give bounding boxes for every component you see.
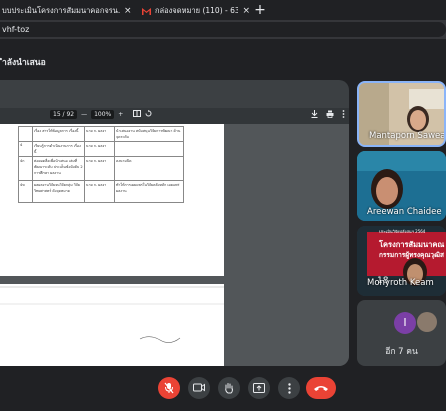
table-row: เรื่อง สารให้ข้อมูลการ เรื่องนี้ นาย ก. … — [18, 126, 184, 142]
fit-page-icon[interactable] — [133, 110, 142, 119]
tab-title: กล่องจดหมาย (110) - 63410120@... — [155, 6, 239, 15]
hand-icon — [225, 383, 233, 394]
more-vert-icon[interactable] — [342, 110, 345, 120]
download-icon[interactable] — [311, 110, 318, 120]
rotate-icon[interactable] — [145, 110, 152, 119]
mic-off-button[interactable] — [158, 377, 180, 399]
pdf-viewer[interactable]: เรื่อง สารให้ข้อมูลการ เรื่องนี้ นาย ก. … — [0, 124, 349, 366]
participant-name: Mantaporn Sawear — [369, 131, 446, 141]
more-participants-count: อีก 7 คน — [385, 347, 418, 357]
slide-overlay-text: กรรมการผู้ทรงคุณวุฒิส — [379, 251, 444, 259]
zoom-out-button[interactable]: — — [81, 111, 87, 118]
screen: บบประเมินโครงการสัมมนาคอกจรน... × กล่องจ… — [0, 0, 446, 411]
mic-off-icon — [164, 382, 174, 394]
slide-overlay-text: ประเมินวิจัยปลั่งสนฯ 2564 — [379, 229, 426, 234]
meet-header: ำลังนำเสนอ — [0, 39, 446, 77]
table-row: 4ข ผลผลงานวิจัยจนวิจัยกลุ่ม วิจัยวิทยศาส… — [18, 180, 184, 203]
participant-tile[interactable]: Areewan Chaidee — [357, 151, 446, 221]
avatar — [417, 312, 437, 332]
pdf-toolbar: 15 / 92 — 100% + — [0, 108, 349, 124]
present-screen-button[interactable] — [248, 377, 270, 399]
raise-hand-button[interactable] — [218, 377, 240, 399]
more-participants-tile[interactable]: I อีก 7 คน — [357, 300, 446, 366]
browser-tab-gmail[interactable]: กล่องจดหมาย (110) - 63410120@... × — [138, 2, 250, 20]
address-bar-row: vhf-toz — [0, 20, 446, 39]
browser-tab-form[interactable]: บบประเมินโครงการสัมมนาคอกจรน... × — [0, 2, 134, 20]
print-icon[interactable] — [326, 110, 334, 120]
shared-screen: 15 / 92 — 100% + เรื่อง สารให้ข้อมูลการ … — [0, 80, 349, 366]
zoom-level[interactable]: 100% — [91, 110, 115, 119]
leave-call-button[interactable] — [306, 377, 336, 399]
browser-tabstrip: บบประเมินโครงการสัมมนาคอกจรน... × กล่องจ… — [0, 0, 446, 20]
gmail-icon — [142, 7, 151, 15]
call-controls — [0, 370, 446, 411]
close-icon[interactable]: × — [242, 6, 250, 16]
table-row: 4ก ต่อยอดสื่อเพื่อนำเสนอ เล่มที่พัฒนาระด… — [18, 156, 184, 181]
more-options-button[interactable] — [278, 377, 300, 399]
tab-title: บบประเมินโครงการสัมมนาคอกจรน... — [2, 6, 120, 15]
presenting-label: ำลังนำเสนอ — [2, 58, 46, 68]
table-row: 4 เรียนรู้การดำเนินงานการ เรื่องนี้ นาย … — [18, 141, 184, 157]
document-table: เรื่อง สารให้ข้อมูลการ เรื่องนี้ นาย ก. … — [18, 126, 184, 203]
camera-button[interactable] — [188, 377, 210, 399]
more-vert-icon — [287, 383, 291, 394]
camera-icon — [193, 383, 205, 392]
avatar: I — [394, 312, 416, 334]
zoom-in-button[interactable]: + — [118, 111, 123, 118]
participant-tile[interactable]: Mantaporn Sawear — [357, 81, 446, 147]
pdf-page: เรื่อง สารให้ข้อมูลการ เรื่องนี้ นาย ก. … — [0, 124, 224, 276]
close-icon[interactable]: × — [124, 6, 132, 16]
participant-tile[interactable]: ประเมินวิจัยปลั่งสนฯ 2564 โครงการสัมมนาค… — [357, 226, 446, 296]
participant-name: Monyroth Keam — [367, 278, 434, 288]
pdf-page — [0, 284, 224, 366]
url-field[interactable]: vhf-toz — [0, 22, 446, 37]
end-call-icon — [314, 386, 328, 391]
present-icon — [253, 383, 265, 393]
page-scribble — [0, 286, 224, 343]
page-indicator[interactable]: 15 / 92 — [50, 110, 78, 119]
participant-name: Areewan Chaidee — [367, 207, 442, 217]
new-tab-button[interactable]: + — [252, 2, 268, 18]
